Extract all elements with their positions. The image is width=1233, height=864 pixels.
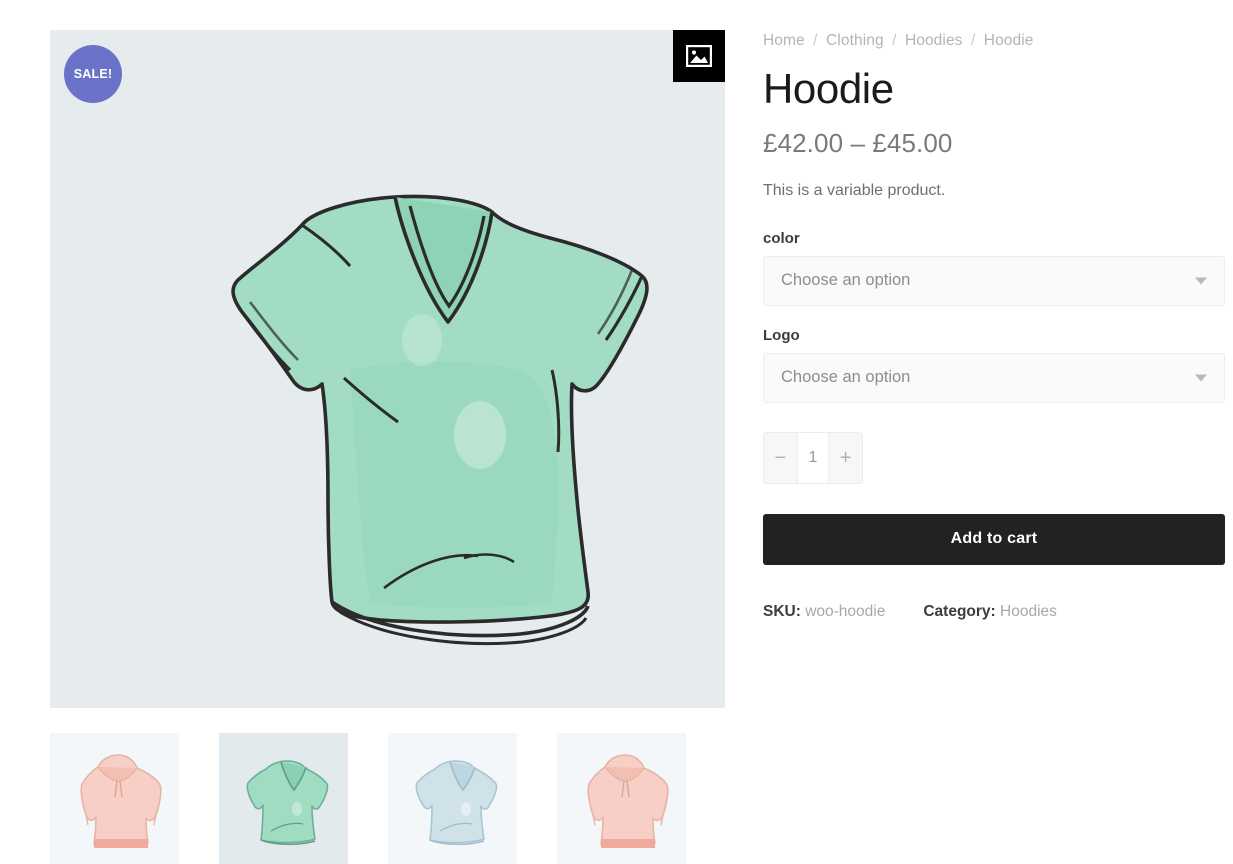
breadcrumb-item-current: Hoodie [983,32,1034,49]
quantity-increment-button[interactable]: + [829,432,862,483]
sku-value: woo-hoodie [805,602,886,620]
category-label: Category: [923,602,996,620]
sku-label: SKU: [763,602,801,620]
breadcrumb-item-home[interactable]: Home [763,32,805,49]
tshirt-illustration [50,30,725,708]
thumbnail-4[interactable] [557,733,686,864]
category-value[interactable]: Hoodies [1000,603,1057,620]
sale-badge: SALE! [64,45,122,103]
tshirt-thumbnail-illustration [219,733,348,864]
breadcrumb-item-clothing[interactable]: Clothing [826,32,884,49]
attribute-select-color-wrapper: Choose an option [763,255,1225,306]
breadcrumb: Home / Clothing / Hoodies / Hoodie [763,30,1225,52]
attribute-label-logo: Logo [763,326,800,344]
product-meta: SKU: woo-hoodie Category: Hoodies [763,603,1225,621]
hoodie-thumbnail-illustration [50,733,179,864]
attribute-select-logo[interactable]: Choose an option [763,352,1225,403]
breadcrumb-separator: / [813,32,818,49]
breadcrumb-item-hoodies[interactable]: Hoodies [905,32,963,49]
product-short-description: This is a variable product. [763,181,946,199]
sale-badge-label: SALE! [73,67,113,81]
thumbnail-1[interactable] [50,733,179,864]
page-title: Hoodie [763,64,894,112]
thumbnail-2[interactable] [219,733,348,864]
quantity-stepper: − + [763,431,863,484]
tshirt-thumbnail-illustration [388,733,517,864]
attribute-select-color[interactable]: Choose an option [763,255,1225,306]
category-meta: Category: Hoodies [923,603,1057,621]
attribute-label-color: color [763,229,800,247]
attribute-select-logo-wrapper: Choose an option [763,352,1225,403]
quantity-input[interactable] [796,432,830,483]
breadcrumb-separator: / [970,32,976,49]
product-gallery: SALE! [50,30,725,708]
product-price: £42.00 – £45.00 [763,127,953,158]
add-to-cart-button[interactable]: Add to cart [763,513,1225,565]
hoodie-thumbnail-illustration [557,733,686,864]
breadcrumb-separator: / [892,32,897,49]
product-page: SALE! Home / Clothing / Hoodies / Hoodie… [0,0,1233,864]
main-product-image[interactable]: SALE! [50,30,725,708]
gallery-thumbnails [50,733,740,864]
product-summary: Home / Clothing / Hoodies / Hoodie Hoodi… [763,30,1225,621]
thumbnail-3[interactable] [388,733,517,864]
image-placeholder-icon[interactable] [673,30,725,82]
quantity-decrement-button[interactable]: − [764,432,797,483]
sku-meta: SKU: woo-hoodie [763,603,885,621]
